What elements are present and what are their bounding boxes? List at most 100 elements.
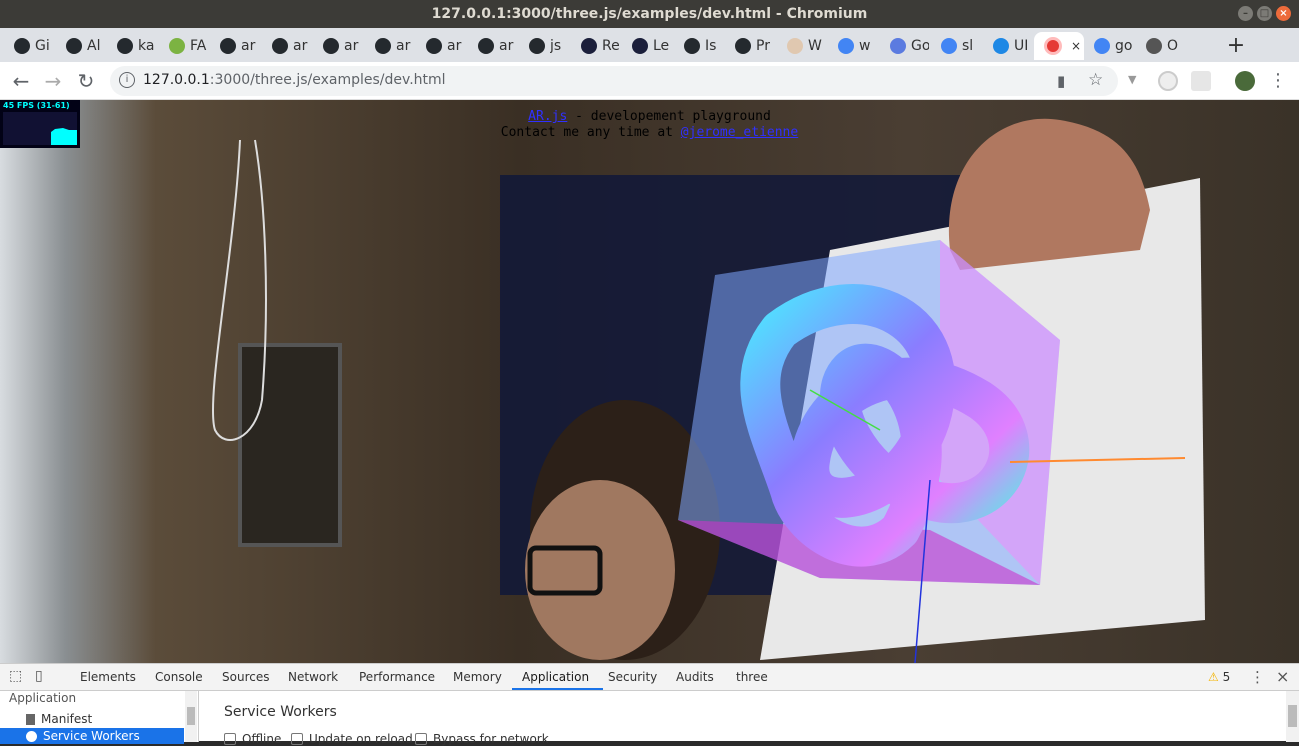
sidebar-item-service-workers[interactable]: Service Workers	[0, 728, 184, 744]
bypass-for-network-checkbox[interactable]: Bypass for network	[415, 732, 549, 746]
browser-tab[interactable]: js	[519, 32, 569, 60]
browser-tab[interactable]: FA	[159, 32, 209, 60]
tab-label: FA	[190, 38, 207, 54]
info-icon[interactable]: i	[119, 72, 135, 88]
browser-tab[interactable]: go	[1084, 32, 1134, 60]
browser-tab[interactable]: ar	[416, 32, 466, 60]
tab-label: Al	[87, 38, 101, 54]
android-icon	[169, 38, 185, 54]
ar-scene	[0, 100, 1299, 663]
react-icon	[632, 38, 648, 54]
devtools-close-icon[interactable]: ×	[1276, 667, 1289, 686]
overlay-info: AR.js - developement playground Contact …	[500, 109, 799, 140]
avatar[interactable]	[1235, 71, 1255, 91]
devtools-tab-application[interactable]: Application	[522, 670, 589, 684]
devtools-tab-elements[interactable]: Elements	[80, 670, 136, 684]
menu-icon[interactable]: ⋮	[1265, 68, 1291, 94]
devtools-tab-memory[interactable]: Memory	[453, 670, 502, 684]
warnings-badge[interactable]: ⚠ 5	[1208, 670, 1230, 684]
devtools-menu-icon[interactable]: ⋮	[1250, 668, 1265, 686]
new-tab-button[interactable]: +	[1226, 33, 1246, 58]
browser-tab[interactable]: UI	[983, 32, 1033, 60]
maximize-button[interactable]: □	[1257, 6, 1272, 21]
github-icon	[426, 38, 442, 54]
browser-tab[interactable]: O	[1136, 32, 1186, 60]
extension-icon[interactable]	[1191, 71, 1211, 91]
github-icon	[117, 38, 133, 54]
translate-icon	[890, 38, 906, 54]
devtools-tab-network[interactable]: Network	[288, 670, 338, 684]
forward-button[interactable]: →	[40, 68, 66, 94]
inspect-icon[interactable]: ⬚	[9, 668, 22, 684]
devtools-tabbar: ⬚ ▯ ⚠ 5 ⋮ × Elements Console Sources Networ…	[0, 664, 1299, 691]
file-icon	[26, 713, 35, 725]
device-toolbar-icon[interactable]: ▯	[35, 668, 43, 684]
github-icon	[684, 38, 700, 54]
browser-tab[interactable]: ar	[210, 32, 260, 60]
back-button[interactable]: ←	[8, 68, 34, 94]
tab-label: Pr	[756, 38, 770, 54]
browser-tab[interactable]: sl	[931, 32, 981, 60]
browser-tab[interactable]: ar	[313, 32, 363, 60]
page-viewport[interactable]: AR.js - developement playground Contact …	[0, 100, 1299, 663]
close-window-button[interactable]: ×	[1276, 6, 1291, 21]
reload-button[interactable]: ↻	[73, 68, 99, 94]
stats-panel[interactable]: 45 FPS (31-61)	[0, 100, 80, 148]
browser-tab[interactable]: ka	[107, 32, 157, 60]
recording-icon	[1044, 37, 1062, 55]
update-on-reload-checkbox[interactable]: Update on reload	[291, 732, 413, 746]
star-icon[interactable]: ☆	[1088, 70, 1103, 90]
browser-tab[interactable]: Is	[674, 32, 724, 60]
devtools-tab-console[interactable]: Console	[155, 670, 203, 684]
devtools-tab-audits[interactable]: Audits	[676, 670, 714, 684]
sidebar-scrollbar[interactable]	[185, 691, 197, 742]
ship-icon	[1146, 38, 1162, 54]
url-text[interactable]: 127.0.0.1:3000/three.js/examples/dev.htm…	[143, 72, 446, 88]
browser-tab[interactable]: ar	[468, 32, 518, 60]
cast-icon[interactable]: ▼	[1128, 73, 1148, 93]
browser-tab[interactable]: Pr	[725, 32, 775, 60]
tab-label: Re	[602, 38, 620, 54]
browser-tab[interactable]: ar	[365, 32, 415, 60]
main-scrollbar[interactable]	[1286, 691, 1299, 742]
warning-icon: ⚠	[1208, 670, 1219, 684]
offline-checkbox[interactable]: Offline	[224, 732, 281, 746]
bypass-for-network-checkbox-box[interactable]	[415, 733, 427, 745]
sidebar-item-manifest[interactable]: Manifest	[0, 711, 184, 727]
arjs-link[interactable]: AR.js	[528, 109, 567, 124]
browser-tab[interactable]: W	[777, 32, 827, 60]
github-icon	[14, 38, 30, 54]
devtools-tab-performance[interactable]: Performance	[359, 670, 435, 684]
tab-label: ar	[241, 38, 256, 54]
devtools-tab-three[interactable]: three	[736, 670, 768, 684]
google-icon	[941, 38, 957, 54]
contact-link[interactable]: @jerome_etienne	[681, 125, 798, 140]
browser-tab[interactable]: Le	[622, 32, 672, 60]
browser-tab[interactable]: Gi	[4, 32, 54, 60]
browser-tab[interactable]: w	[828, 32, 878, 60]
sidebar-heading: Application	[9, 691, 77, 705]
lighthouse-icon[interactable]	[1158, 71, 1178, 91]
tab-label: Gi	[35, 38, 50, 54]
browser-tab[interactable]: Go	[880, 32, 930, 60]
tab-close-icon[interactable]: ×	[1071, 39, 1081, 53]
browser-tab[interactable]: Re	[571, 32, 621, 60]
tab-strip: Gi Al ka FA ar ar ar ar ar ar js Re Le Is Pr Ww Go sl UI × g…	[0, 28, 1299, 62]
devtools-tab-sources[interactable]: Sources	[222, 670, 269, 684]
browser-tab[interactable]: ar	[262, 32, 312, 60]
camera-icon[interactable]: ▮	[1057, 72, 1065, 90]
tab-label: W	[808, 38, 822, 54]
devtools-tab-security[interactable]: Security	[608, 670, 657, 684]
main-scroll-thumb[interactable]	[1288, 705, 1297, 727]
active-tab-indicator	[512, 688, 603, 690]
browser-toolbar: ← → ↻ i 127.0.0.1:3000/three.js/examples…	[0, 62, 1299, 100]
address-bar[interactable]: i 127.0.0.1:3000/three.js/examples/dev.h…	[110, 66, 1118, 96]
update-on-reload-checkbox-box[interactable]	[291, 733, 303, 745]
tab-label: ar	[396, 38, 411, 54]
browser-tab[interactable]: Al	[56, 32, 106, 60]
browser-tab[interactable]: ×	[1034, 32, 1084, 60]
sidebar-scroll-thumb[interactable]	[187, 707, 195, 725]
react-icon	[581, 38, 597, 54]
minimize-button[interactable]: –	[1238, 6, 1253, 21]
offline-checkbox-box[interactable]	[224, 733, 236, 745]
